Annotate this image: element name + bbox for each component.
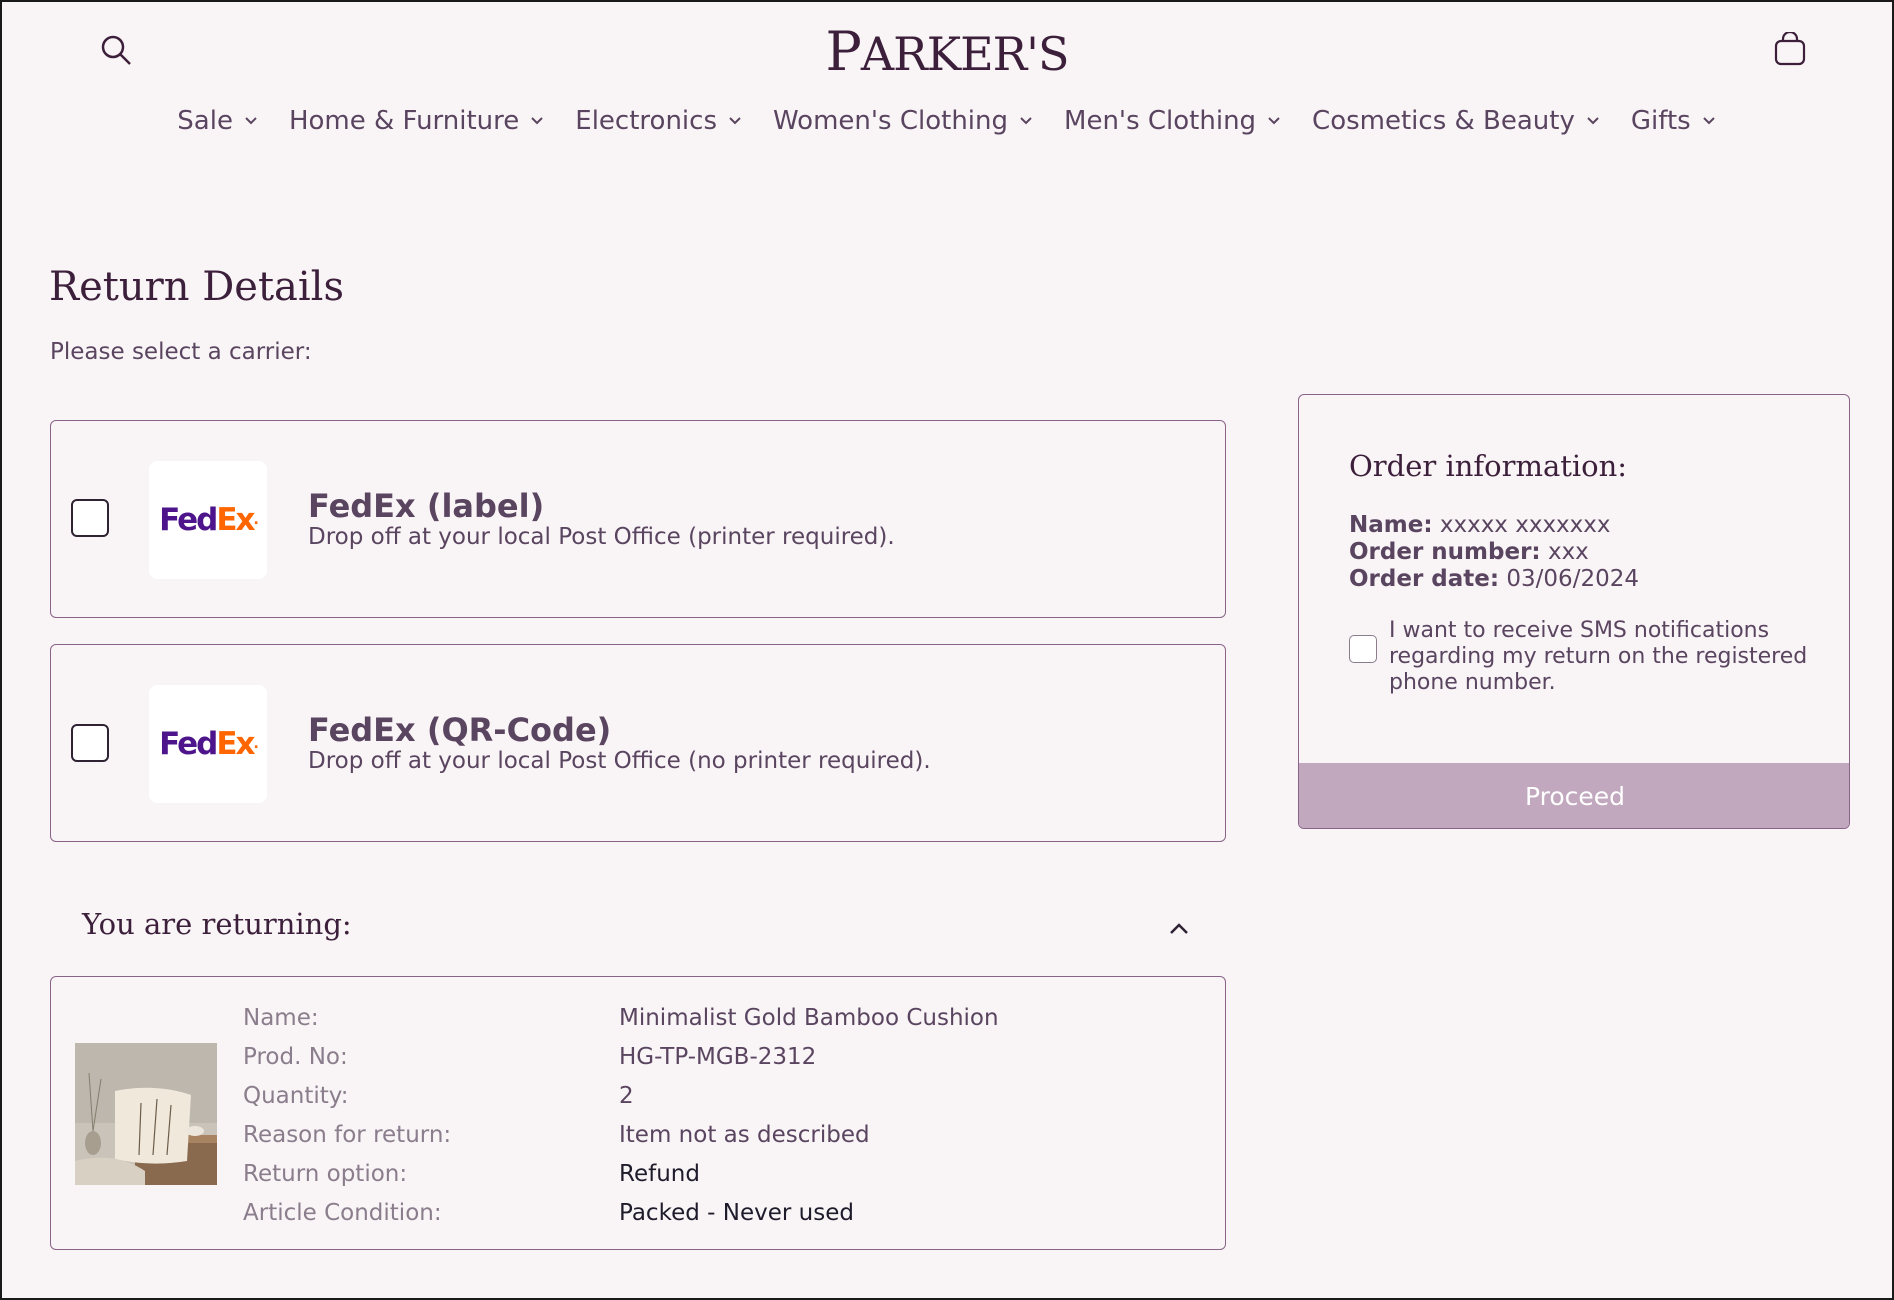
item-label: Quantity: <box>243 1083 349 1109</box>
nav-item-mens-clothing[interactable]: Men's Clothing <box>1064 106 1282 136</box>
order-information-panel: Order information: Name: xxxxx xxxxxxx O… <box>1298 394 1850 829</box>
item-labels: Name: Prod. No: Quantity: Reason for ret… <box>243 999 451 1233</box>
carrier-option-fedex-qr[interactable]: Fed Ex. FedEx (QR-Code) Drop off at your … <box>50 644 1226 842</box>
chevron-down-icon <box>729 117 741 125</box>
item-value: Packed - Never used <box>619 1200 854 1226</box>
carrier-prompt: Please select a carrier: <box>50 339 312 365</box>
store-logo[interactable]: PARKER'S <box>2 20 1892 83</box>
sms-label: I want to receive SMS notifications rega… <box>1389 618 1808 695</box>
proceed-button[interactable]: Proceed <box>1299 763 1849 828</box>
nav-item-cosmetics-beauty[interactable]: Cosmetics & Beauty <box>1312 106 1601 136</box>
carrier-name: FedEx (label) <box>308 487 545 525</box>
fedex-logo: Fed Ex. <box>149 685 267 803</box>
carrier-description: Drop off at your local Post Office (no p… <box>308 748 931 774</box>
carrier-description: Drop off at your local Post Office (prin… <box>308 524 895 550</box>
order-date-row: Order date: 03/06/2024 <box>1349 566 1639 592</box>
product-thumbnail <box>75 1043 217 1185</box>
cart-icon[interactable] <box>1772 30 1808 68</box>
item-value: 2 <box>619 1083 634 1109</box>
carrier-checkbox[interactable] <box>71 724 109 762</box>
item-values: Minimalist Gold Bamboo Cushion HG-TP-MGB… <box>619 999 999 1233</box>
order-name-row: Name: xxxxx xxxxxxx <box>1349 512 1611 538</box>
item-value: HG-TP-MGB-2312 <box>619 1044 817 1070</box>
site-header: PARKER'S Sale Home & Furniture Electroni… <box>2 2 1892 162</box>
returning-section-title: You are returning: <box>82 907 352 941</box>
return-item-card: Name: Prod. No: Quantity: Reason for ret… <box>50 976 1226 1250</box>
chevron-up-icon[interactable] <box>1164 914 1194 944</box>
item-value: Item not as described <box>619 1122 870 1148</box>
nav-item-gifts[interactable]: Gifts <box>1631 106 1717 136</box>
nav-item-home-furniture[interactable]: Home & Furniture <box>289 106 545 136</box>
carrier-option-fedex-label[interactable]: Fed Ex. FedEx (label) Drop off at your lo… <box>50 420 1226 618</box>
chevron-down-icon <box>245 117 257 125</box>
item-label: Return option: <box>243 1161 408 1187</box>
item-value: Minimalist Gold Bamboo Cushion <box>619 1005 999 1031</box>
item-label: Reason for return: <box>243 1122 452 1148</box>
fedex-logo: Fed Ex. <box>149 461 267 579</box>
nav-item-sale[interactable]: Sale <box>177 106 259 136</box>
chevron-down-icon <box>1587 117 1599 125</box>
carrier-name: FedEx (QR-Code) <box>308 711 612 749</box>
nav-item-womens-clothing[interactable]: Women's Clothing <box>773 106 1034 136</box>
item-label: Article Condition: <box>243 1200 442 1226</box>
item-value: Refund <box>619 1161 700 1187</box>
page-title: Return Details <box>49 264 344 310</box>
item-label: Name: <box>243 1005 319 1031</box>
main-nav: Sale Home & Furniture Electronics Women'… <box>2 106 1892 136</box>
order-info-title: Order information: <box>1349 449 1628 483</box>
chevron-down-icon <box>1268 117 1280 125</box>
sms-checkbox[interactable] <box>1349 635 1377 663</box>
order-number-row: Order number: xxx <box>1349 539 1589 565</box>
order-details: Name: xxxxx xxxxxxx Order number: xxx Or… <box>1349 512 1639 593</box>
chevron-down-icon <box>1020 117 1032 125</box>
chevron-down-icon <box>531 117 543 125</box>
carrier-checkbox[interactable] <box>71 499 109 537</box>
item-label: Prod. No: <box>243 1044 348 1070</box>
nav-item-electronics[interactable]: Electronics <box>575 106 743 136</box>
chevron-down-icon <box>1702 117 1715 125</box>
